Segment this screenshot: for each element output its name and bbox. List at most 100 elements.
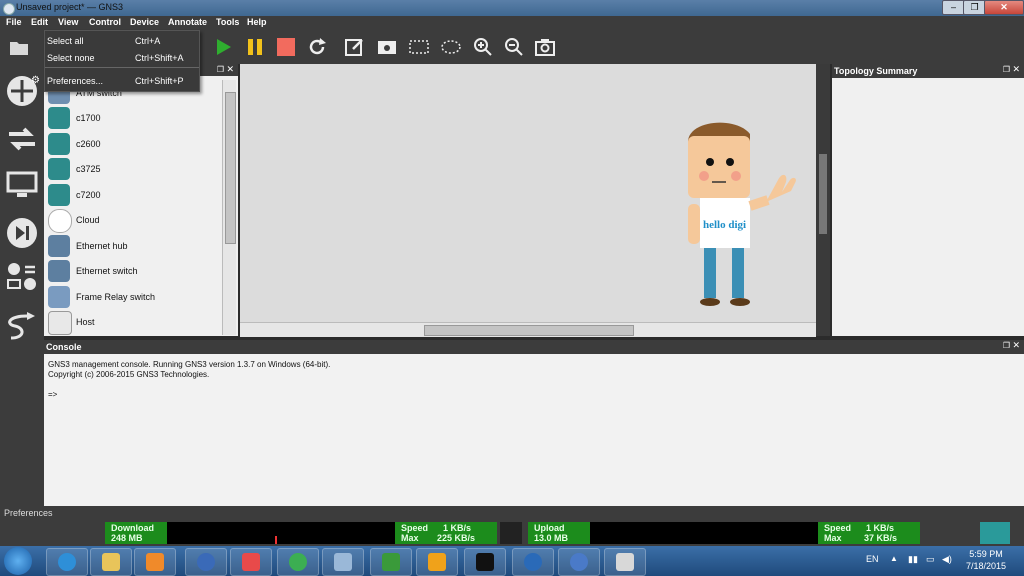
console-panel[interactable]: Console ❐ ✕ GNS3 management console. Run…: [44, 340, 1024, 506]
devices-scrollbar[interactable]: [222, 80, 236, 335]
taskbar-globe[interactable]: [185, 548, 227, 576]
device-item-ethernet-switch[interactable]: Ethernet switch: [46, 259, 224, 284]
device-item-c3725[interactable]: c3725: [46, 157, 224, 182]
router-icon: [48, 133, 70, 155]
menu-edit[interactable]: Edit: [31, 17, 48, 27]
chrome-icon: [289, 553, 307, 571]
menu-file[interactable]: File: [6, 17, 22, 27]
taskbar-apps[interactable]: [230, 548, 272, 576]
devices-panel: ❐ ✕ ATM switch c1700 c2600 c3725 c7200 C…: [44, 64, 238, 336]
minimize-button[interactable]: –: [942, 0, 965, 15]
console-title: Console: [46, 342, 82, 352]
menu-device[interactable]: Device: [130, 17, 159, 27]
app-icon: [524, 553, 542, 571]
insert-picture-icon[interactable]: [376, 36, 398, 58]
device-item-frame-relay-switch[interactable]: Frame Relay switch: [46, 285, 224, 310]
menu-help[interactable]: Help: [247, 17, 267, 27]
windows-taskbar: EN ▲ ▮▮ ▭ ◀): [0, 546, 1024, 576]
taskbar-terminal-app[interactable]: [370, 548, 412, 576]
screenshot-icon[interactable]: [534, 36, 556, 58]
switches-icon[interactable]: [5, 122, 39, 156]
device-item-c1700[interactable]: c1700: [46, 106, 224, 131]
canvas-horizontal-scrollbar[interactable]: [240, 322, 816, 337]
upload-box: Upload 13.0 MB: [528, 522, 590, 544]
close-panel-icon[interactable]: ✕: [226, 64, 234, 75]
float-icon[interactable]: ❐: [1003, 341, 1010, 350]
console-prompt[interactable]: =>: [48, 390, 57, 399]
close-button[interactable]: ✕: [984, 0, 1024, 15]
taskbar-app-orange[interactable]: [416, 548, 458, 576]
menu-view[interactable]: View: [58, 17, 78, 27]
topology-summary-panel: Topology Summary ❐ ✕: [832, 64, 1024, 336]
add-note-icon[interactable]: [344, 36, 366, 58]
start-icon[interactable]: [212, 36, 234, 58]
taskbar-chrome[interactable]: [277, 548, 319, 576]
taskbar-ie[interactable]: [46, 548, 88, 576]
stop-icon[interactable]: [275, 36, 297, 58]
float-icon[interactable]: ❐: [1003, 65, 1010, 74]
menu-preferences[interactable]: Preferences...: [47, 76, 103, 86]
upload-total: 13.0 MB: [534, 533, 569, 543]
graph-spike: [275, 536, 277, 544]
cloud-icon: [48, 209, 72, 233]
close-panel-icon[interactable]: ✕: [1012, 340, 1020, 351]
signal-icon[interactable]: ▮▮: [908, 554, 918, 565]
scroll-thumb[interactable]: [819, 154, 827, 234]
device-item-host[interactable]: Host: [46, 310, 224, 335]
open-folder-icon[interactable]: [8, 36, 30, 58]
maximize-button[interactable]: ❐: [963, 0, 986, 15]
topology-summary-header: Topology Summary ❐ ✕: [832, 64, 1024, 78]
menu-select-none[interactable]: Select none: [47, 53, 95, 63]
zoom-in-icon[interactable]: [472, 36, 494, 58]
upload-speed: 1 KB/s: [866, 523, 895, 533]
device-item-cloud[interactable]: Cloud: [46, 208, 224, 233]
taskbar-gns3[interactable]: [558, 548, 600, 576]
device-label: Frame Relay switch: [76, 292, 156, 302]
float-icon[interactable]: ❐: [217, 65, 224, 74]
security-devices-icon[interactable]: [5, 216, 39, 250]
all-devices-icon[interactable]: [5, 260, 39, 294]
host-icon: [48, 311, 72, 335]
clock-time: 5:59 PM: [969, 549, 1003, 559]
taskbar-app-window[interactable]: [604, 548, 646, 576]
menu-annotate[interactable]: Annotate: [168, 17, 207, 27]
meter-toggle-icon[interactable]: [980, 522, 1010, 544]
device-item-ethernet-hub[interactable]: Ethernet hub: [46, 234, 224, 259]
title-bar: Unsaved project* — GNS3 – ❐ ✕: [0, 0, 1024, 16]
start-button[interactable]: [4, 547, 32, 575]
end-devices-icon[interactable]: [5, 168, 39, 202]
volume-icon[interactable]: ◀): [942, 554, 952, 565]
canvas-vertical-scrollbar[interactable]: [816, 64, 830, 336]
upload-graph: [590, 522, 818, 544]
scroll-thumb[interactable]: [424, 325, 634, 336]
menu-control[interactable]: Control: [89, 17, 121, 27]
taskbar-media[interactable]: [134, 548, 176, 576]
show-hidden-icons-icon[interactable]: ▲: [890, 554, 898, 563]
zoom-out-icon[interactable]: [503, 36, 525, 58]
battery-icon[interactable]: ▭: [926, 554, 935, 565]
language-indicator[interactable]: EN: [866, 554, 879, 564]
upload-label: Upload: [534, 523, 565, 533]
add-link-icon[interactable]: [5, 310, 39, 344]
taskbar-clock[interactable]: 5:59 PM 7/18/2015: [956, 548, 1016, 572]
taskbar-app-blue[interactable]: [512, 548, 554, 576]
taskbar-explorer[interactable]: [90, 548, 132, 576]
upload-speed-box: Speed 1 KB/s Max 37 KB/s: [818, 522, 920, 544]
menu-select-all[interactable]: Select all: [47, 36, 84, 46]
reload-icon[interactable]: [306, 36, 328, 58]
taskbar-cmd[interactable]: [464, 548, 506, 576]
device-label: Cloud: [76, 215, 100, 225]
scroll-thumb[interactable]: [225, 92, 236, 244]
draw-rectangle-icon[interactable]: [408, 36, 430, 58]
download-box: Download 248 MB: [105, 522, 167, 544]
close-panel-icon[interactable]: ✕: [1012, 64, 1020, 75]
pause-icon[interactable]: [244, 36, 266, 58]
device-item-c7200[interactable]: c7200: [46, 183, 224, 208]
taskbar-network[interactable]: [322, 548, 364, 576]
topology-canvas[interactable]: hello digi: [240, 64, 816, 322]
menu-tools[interactable]: Tools: [216, 17, 239, 27]
router-icon: [48, 107, 70, 129]
draw-ellipse-icon[interactable]: [440, 36, 462, 58]
device-item-c2600[interactable]: c2600: [46, 132, 224, 157]
ethernet-hub-icon: [48, 235, 70, 257]
